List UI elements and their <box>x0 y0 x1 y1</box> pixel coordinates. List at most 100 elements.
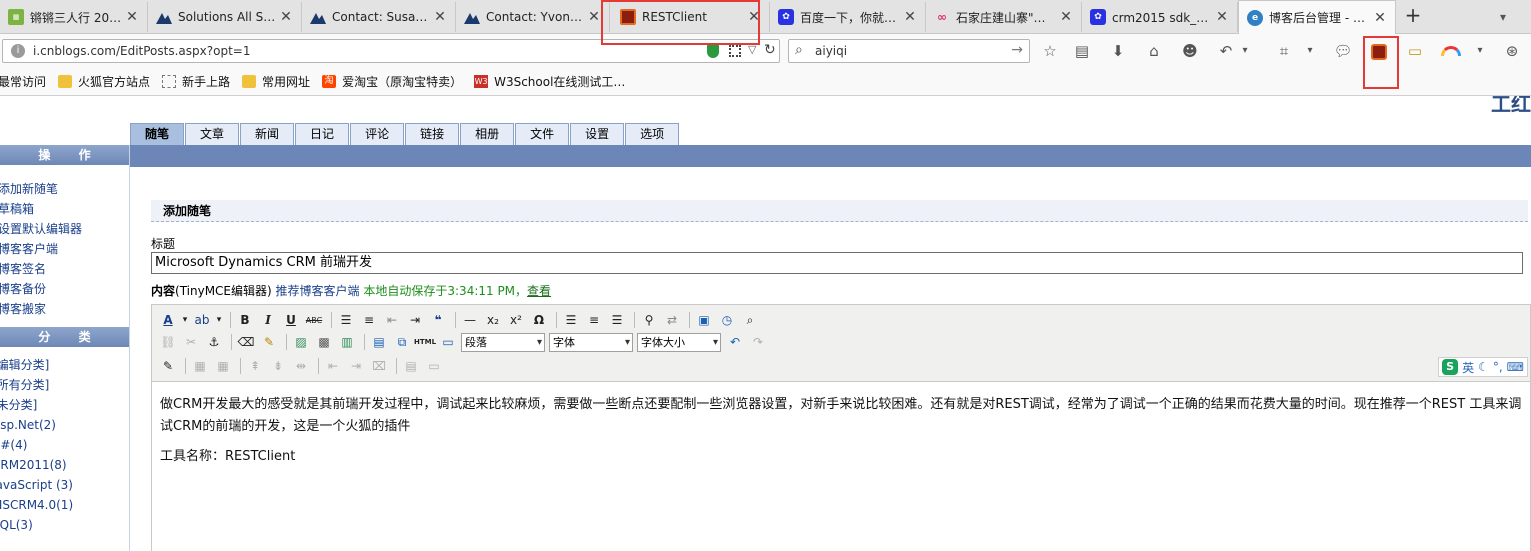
outdent-icon[interactable]: ⇤ <box>382 310 402 330</box>
align-right-icon[interactable]: ☰ <box>607 310 627 330</box>
browser-tab-restclient[interactable]: RESTClient ✕ <box>612 2 770 32</box>
bold-icon[interactable]: B <box>235 310 255 330</box>
recommend-client-link[interactable]: 推荐博客客户端 <box>276 284 360 298</box>
tab-list-chevron-icon[interactable]: ▾ <box>1500 10 1506 24</box>
tab-comments[interactable]: 评论 <box>350 123 405 145</box>
editor-body[interactable]: 做CRM开发最大的感受就是其前瑞开发过程中，调试起来比较麻烦，需要做一些断点还要… <box>152 381 1530 551</box>
browser-tab[interactable]: Contact: Susan… ✕ <box>302 2 456 32</box>
redo-icon[interactable]: ↷ <box>748 332 768 352</box>
paste-word-icon[interactable]: ▣ <box>694 310 714 330</box>
bullet-list-icon[interactable]: ☰ <box>336 310 356 330</box>
background-color-icon[interactable]: ab <box>192 310 212 330</box>
close-icon[interactable]: ✕ <box>1215 9 1229 25</box>
sidebar-item-move[interactable]: 博客搬家 <box>0 299 129 319</box>
sidebar-item-signature[interactable]: 博客签名 <box>0 259 129 279</box>
title-field[interactable]: Microsoft Dynamics CRM 前瑞开发 <box>151 252 1523 274</box>
tab-news[interactable]: 新闻 <box>240 123 295 145</box>
insert-image-icon[interactable]: ▩ <box>314 332 334 352</box>
tab-posts[interactable]: 随笔 <box>130 123 185 145</box>
close-icon[interactable]: ✕ <box>903 9 917 25</box>
code-insert-icon[interactable]: ▤ <box>369 332 389 352</box>
smiley-icon[interactable]: ☻ <box>1180 42 1200 62</box>
browser-tab-active[interactable]: e 博客后台管理 - … ✕ <box>1238 0 1396 34</box>
sidebar-item-add-post[interactable]: 添加新随笔 <box>0 179 129 199</box>
paragraph-select[interactable]: 段落 <box>461 332 545 352</box>
chevron-down-icon[interactable]: ▾ <box>1300 42 1320 62</box>
delete-col-icon[interactable]: ⌧ <box>369 356 389 376</box>
col-after-icon[interactable]: ⇥ <box>346 356 366 376</box>
font-family-select[interactable]: 字体 <box>549 332 633 352</box>
bookmark-item[interactable]: 新手上路 <box>162 73 230 90</box>
replace-icon[interactable]: ⇄ <box>662 310 682 330</box>
bookmark-item[interactable]: 火狐官方站点 <box>58 73 150 90</box>
category-item[interactable]: JavaScript (3) <box>0 475 129 495</box>
restclient-toolbar-icon[interactable] <box>1371 44 1387 60</box>
qr-code-icon[interactable] <box>729 45 741 57</box>
search-bar[interactable]: ⌕ aiyiqi → <box>788 39 1030 63</box>
sidebar-item-default-editor[interactable]: 设置默认编辑器 <box>0 219 129 239</box>
indent-icon[interactable]: ⇥ <box>405 310 425 330</box>
ruler-icon[interactable]: ▭ <box>1405 42 1425 62</box>
close-icon[interactable]: ✕ <box>1059 9 1073 25</box>
tab-options[interactable]: 选项 <box>625 123 680 145</box>
close-icon[interactable]: ✕ <box>279 9 293 25</box>
align-center-icon[interactable]: ≡ <box>584 310 604 330</box>
sogou-ime-icon[interactable]: S <box>1442 359 1459 375</box>
bookmark-item[interactable]: W3 W3School在线测试工… <box>474 73 625 90</box>
view-autosave-link[interactable]: 查看 <box>527 284 551 298</box>
superscript-icon[interactable]: x² <box>506 310 526 330</box>
tab-links[interactable]: 链接 <box>405 123 460 145</box>
shield-icon[interactable] <box>707 44 719 58</box>
sidebar-item-client[interactable]: 博客客户端 <box>0 239 129 259</box>
url-bar[interactable]: i i.cnblogs.com/EditPosts.aspx?opt=1 ▽ ↻ <box>2 39 780 63</box>
bookmark-star-icon[interactable]: ☆ <box>1040 42 1060 62</box>
chevron-down-icon[interactable]: ▾ <box>1470 42 1490 62</box>
tab-diary[interactable]: 日记 <box>295 123 350 145</box>
chevron-down-icon[interactable]: ▾ <box>1235 42 1255 62</box>
font-color-icon[interactable]: A <box>158 310 178 330</box>
horizontal-rule-icon[interactable]: — <box>460 310 480 330</box>
category-item[interactable]: [未分类] <box>0 395 129 415</box>
numbered-list-icon[interactable]: ≡ <box>359 310 379 330</box>
tab-files[interactable]: 文件 <box>515 123 570 145</box>
search-input[interactable]: aiyiqi <box>815 44 847 58</box>
delete-row-icon[interactable]: ⇹ <box>291 356 311 376</box>
category-item[interactable]: Asp.Net(2) <box>0 415 129 435</box>
browser-tab[interactable]: Solutions All Sol… ✕ <box>148 2 302 32</box>
table-icon[interactable]: ▦ <box>190 356 210 376</box>
chevron-down-icon[interactable]: ▾ <box>181 310 189 330</box>
tab-settings[interactable]: 设置 <box>570 123 625 145</box>
close-icon[interactable]: ✕ <box>1373 10 1387 26</box>
category-item[interactable]: CRM2011(8) <box>0 455 129 475</box>
sidebar-item-backup[interactable]: 博客备份 <box>0 279 129 299</box>
chevron-down-icon[interactable]: ▾ <box>215 310 223 330</box>
category-item[interactable]: SQL(3) <box>0 515 129 535</box>
sidebar-item-drafts[interactable]: 草稿箱 <box>0 199 129 219</box>
table-props-icon[interactable]: ▦ <box>213 356 233 376</box>
media-icon[interactable]: ▥ <box>337 332 357 352</box>
col-before-icon[interactable]: ⇤ <box>323 356 343 376</box>
blockquote-icon[interactable]: ❝ <box>428 310 448 330</box>
reading-list-icon[interactable]: ▤ <box>1072 42 1092 62</box>
underline-icon[interactable]: U <box>281 310 301 330</box>
find-icon[interactable]: ⚲ <box>639 310 659 330</box>
eraser-icon[interactable]: ⌫ <box>236 332 256 352</box>
fullscreen-icon[interactable]: ▭ <box>438 332 458 352</box>
split-cells-icon[interactable]: ▤ <box>401 356 421 376</box>
category-item[interactable]: [所有分类] <box>0 375 129 395</box>
unlink-icon[interactable]: ✂︎ <box>181 332 201 352</box>
time-icon[interactable]: ◷ <box>717 310 737 330</box>
browser-tab[interactable]: ✿ 百度一下，你就… ✕ <box>770 2 926 32</box>
url-text[interactable]: i.cnblogs.com/EditPosts.aspx?opt=1 <box>33 44 250 58</box>
bookmark-item[interactable]: 常用网址 <box>242 73 310 90</box>
strikethrough-icon[interactable]: ABC <box>304 310 324 330</box>
align-left-icon[interactable]: ☰ <box>561 310 581 330</box>
link-icon[interactable]: ⛓︎ <box>158 332 178 352</box>
preview-icon[interactable]: ⌕ <box>740 310 760 330</box>
crop-icon[interactable]: ⌗ <box>1274 42 1294 62</box>
new-tab-button[interactable]: + <box>1402 5 1424 27</box>
row-before-icon[interactable]: ⇞ <box>245 356 265 376</box>
history-dropdown-icon[interactable]: ▽ <box>748 43 756 56</box>
subscript-icon[interactable]: x₂ <box>483 310 503 330</box>
keyboard-icon[interactable]: ⌨ <box>1507 360 1524 374</box>
